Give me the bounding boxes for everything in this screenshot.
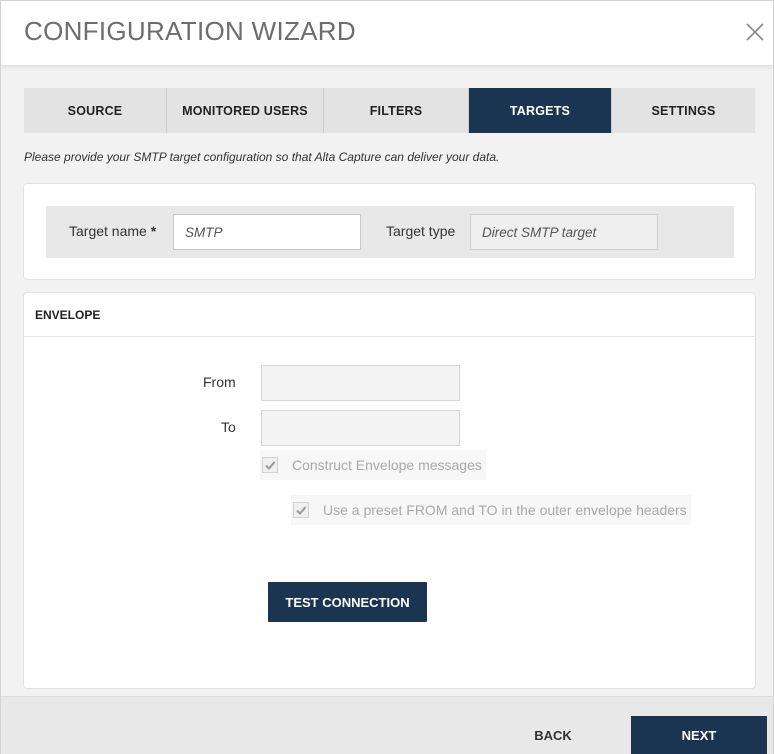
envelope-panel: ENVELOPE From To Construct Envelope mess… <box>23 292 756 689</box>
construct-envelope-checkbox[interactable] <box>262 457 278 473</box>
target-type-label: Target type <box>386 223 456 239</box>
checkmark-icon <box>265 461 276 470</box>
dialog-header: CONFIGURATION WIZARD <box>1 1 773 66</box>
to-input[interactable] <box>261 410 460 446</box>
instructions-text: Please provide your SMTP target configur… <box>24 150 500 164</box>
tab-monitored-users[interactable]: MONITORED USERS <box>167 88 324 133</box>
target-name-label: Target name * <box>69 223 157 239</box>
tab-filters[interactable]: FILTERS <box>324 88 469 133</box>
construct-envelope-row[interactable]: Construct Envelope messages <box>260 450 486 480</box>
configuration-wizard-dialog: CONFIGURATION WIZARD SOURCE MONITORED US… <box>0 0 774 754</box>
tab-source[interactable]: SOURCE <box>24 88 167 133</box>
target-type-field: Direct SMTP target <box>470 214 658 250</box>
target-name-input[interactable]: SMTP <box>173 214 361 250</box>
from-label: From <box>203 374 236 390</box>
from-input[interactable] <box>261 365 460 401</box>
tab-targets[interactable]: TARGETS <box>469 88 612 133</box>
dialog-footer: BACK NEXT <box>1 696 773 754</box>
preset-headers-row[interactable]: Use a preset FROM and TO in the outer en… <box>291 495 691 525</box>
envelope-heading: ENVELOPE <box>24 293 755 337</box>
next-button[interactable]: NEXT <box>631 716 767 754</box>
close-icon[interactable] <box>743 20 767 44</box>
required-mark: * <box>150 223 157 239</box>
target-panel: Target name * SMTP Target type Direct SM… <box>23 183 756 280</box>
checkmark-icon <box>296 506 307 515</box>
preset-headers-checkbox[interactable] <box>293 502 309 518</box>
tab-settings[interactable]: SETTINGS <box>612 88 755 133</box>
back-button[interactable]: BACK <box>514 717 592 753</box>
to-label: To <box>221 419 236 435</box>
wizard-tabs: SOURCE MONITORED USERS FILTERS TARGETS S… <box>24 88 755 133</box>
test-connection-button[interactable]: TEST CONNECTION <box>268 582 427 622</box>
construct-envelope-label: Construct Envelope messages <box>292 457 482 473</box>
target-name-row: Target name * SMTP Target type Direct SM… <box>46 206 734 258</box>
dialog-title: CONFIGURATION WIZARD <box>24 16 356 46</box>
preset-headers-label: Use a preset FROM and TO in the outer en… <box>323 502 687 518</box>
